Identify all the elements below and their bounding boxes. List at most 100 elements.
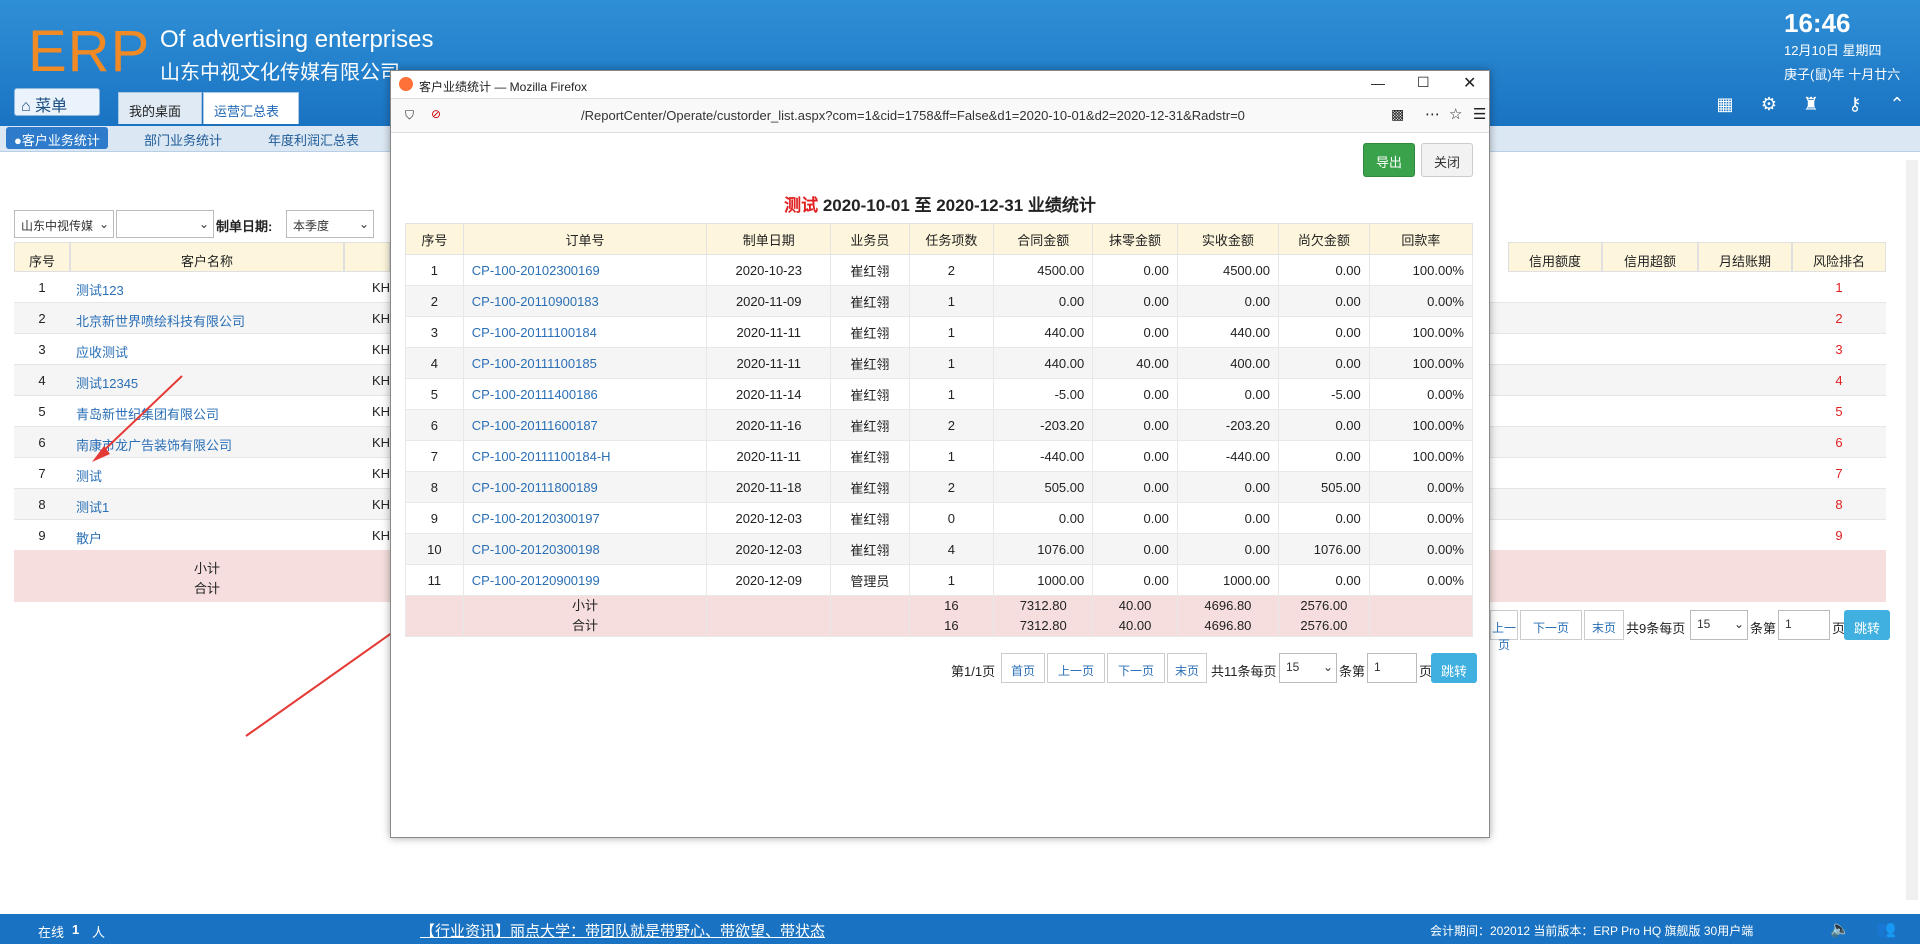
table-cell: 2 (908, 254, 995, 286)
column-header: 订单号 (462, 223, 708, 255)
close-icon[interactable]: ✕ (1463, 73, 1476, 93)
go-button[interactable]: 跳转 (1431, 653, 1477, 683)
order-number-link[interactable]: CP-100-20111800189 (462, 471, 708, 503)
export-button[interactable]: 导出 (1363, 143, 1415, 177)
table-row: 2 CP-100-20110900183 2020-11-09 崔红翎 1 0.00 0.0… (405, 285, 1474, 317)
first-page-button[interactable]: 首页 (1001, 653, 1045, 683)
column-header: 实收金额 (1176, 223, 1279, 255)
table-cell: 崔红翎 (830, 254, 910, 286)
online-label: 在线 (38, 925, 65, 940)
table-cell: 11 (405, 564, 464, 596)
qr-icon[interactable]: ▩ (1391, 106, 1404, 123)
version-info: 会计期间：202012 当前版本：ERP Pro HQ 旗舰版 30用户端 (1430, 924, 1754, 938)
order-number-link[interactable]: CP-100-20102300169 (462, 254, 708, 286)
scrollbar[interactable] (1906, 160, 1918, 900)
speaker-icon[interactable]: 🔈 (1830, 919, 1850, 939)
table-cell: 4 (908, 533, 995, 565)
table-cell: 440.00 (1176, 316, 1279, 348)
table-cell: 2020-11-16 (706, 409, 832, 441)
table-cell: 0.00 (1176, 502, 1279, 534)
column-header: 尚欠金额 (1277, 223, 1370, 255)
table-cell: 0.00 (1176, 378, 1279, 410)
table-cell: 0.00 (1277, 347, 1370, 379)
table-cell: 0.00 (1092, 502, 1178, 534)
order-number-link[interactable]: CP-100-20120300197 (462, 502, 708, 534)
table-cell: 10 (405, 533, 464, 565)
table-row: 1 CP-100-20102300169 2020-10-23 崔红翎 2 4500.00… (405, 254, 1474, 286)
popup-pager: 第1/1页 首页 上一页 下一页 末页 共11条每页 15 ⌄ 条第 1 页 跳转 (951, 653, 1481, 685)
table-cell: 0.00% (1368, 564, 1474, 596)
url-field[interactable]: /ReportCenter/Operate/custorder_list.asp… (581, 108, 1381, 123)
order-number-link[interactable]: CP-100-20111100184-H (462, 440, 708, 472)
table-cell: 0.00 (1277, 502, 1370, 534)
more-actions-icon[interactable]: ⋯ (1425, 105, 1440, 123)
table-cell: 2 (908, 471, 995, 503)
table-cell: 7 (405, 440, 464, 472)
table-cell: 40.00 (1092, 347, 1178, 379)
table-cell: 0 (908, 502, 995, 534)
table-row: 10 CP-100-20120300198 2020-12-03 崔红翎 4 1076.0… (405, 533, 1474, 565)
table-cell: 505.00 (1277, 471, 1370, 503)
table-cell: 崔红翎 (830, 409, 910, 441)
close-button[interactable]: 关闭 (1421, 143, 1473, 177)
order-table: 序号 订单号 制单日期 业务员 任务项数 合同金额 抹零金额 实收金额 尚欠金额 回款率 1 CP-… (405, 223, 1474, 637)
order-number-link[interactable]: CP-100-20111400186 (462, 378, 708, 410)
page-info: 第1/1页 (951, 664, 996, 679)
insecure-lock-icon[interactable]: ⊘ (431, 107, 441, 121)
table-cell: 5 (405, 378, 464, 410)
table-cell: 0.00 (993, 502, 1094, 534)
hamburger-menu-icon[interactable]: ☰ (1473, 105, 1486, 123)
table-cell: 1 (908, 564, 995, 596)
order-number-link[interactable]: CP-100-20111100184 (462, 316, 708, 348)
table-cell: 505.00 (993, 471, 1094, 503)
order-number-link[interactable]: CP-100-20120900199 (462, 564, 708, 596)
news-link[interactable]: 【行业资讯】丽点大学：带团队就是带野心、带欲望、带状态 (420, 920, 825, 941)
order-number-link[interactable]: CP-100-20111100185 (462, 347, 708, 379)
order-number-link[interactable]: CP-100-20110900183 (462, 285, 708, 317)
table-cell: 1 (908, 285, 995, 317)
table-cell: 崔红翎 (830, 502, 910, 534)
table-cell: -203.20 (993, 409, 1094, 441)
table-cell: -5.00 (993, 378, 1094, 410)
table-cell: 0.00 (1277, 316, 1370, 348)
order-number-link[interactable]: CP-100-20111600187 (462, 409, 708, 441)
minimize-icon[interactable]: — (1371, 75, 1385, 91)
report-customer-name: 测试 (784, 196, 819, 215)
table-cell: 0.00 (1092, 254, 1178, 286)
next-page-button[interactable]: 下一页 (1107, 653, 1165, 683)
total-cell (405, 595, 464, 637)
table-cell: 2020-11-11 (706, 316, 832, 348)
column-header: 业务员 (830, 223, 910, 255)
table-cell: 440.00 (993, 347, 1094, 379)
table-cell: 4 (405, 347, 464, 379)
prev-page-button[interactable]: 上一页 (1047, 653, 1105, 683)
table-cell: 100.00% (1368, 254, 1474, 286)
column-header: 制单日期 (706, 223, 832, 255)
table-row: 3 CP-100-20111100184 2020-11-11 崔红翎 1 440.00 0… (405, 316, 1474, 348)
order-table-body: 1 CP-100-20102300169 2020-10-23 崔红翎 2 4500.00… (405, 254, 1474, 637)
table-row: 4 CP-100-20111100185 2020-11-11 崔红翎 1 440.00 4… (405, 347, 1474, 379)
table-cell: 1 (405, 254, 464, 286)
report-title: 测试 2020-10-01 至 2020-12-31 业绩统计 (391, 191, 1489, 216)
table-cell: 400.00 (1176, 347, 1279, 379)
column-header: 回款率 (1368, 223, 1474, 255)
table-cell: 0.00 (993, 285, 1094, 317)
online-count: 1 (72, 922, 80, 937)
table-cell: 9 (405, 502, 464, 534)
page-input[interactable]: 1 (1367, 653, 1417, 683)
table-cell: 1 (908, 347, 995, 379)
order-number-link[interactable]: CP-100-20120300198 (462, 533, 708, 565)
users-icon[interactable]: 👥 (1876, 919, 1896, 939)
window-titlebar: 客户业绩统计 — Mozilla Firefox — ☐ ✕ (391, 71, 1489, 99)
table-cell: 2020-12-03 (706, 502, 832, 534)
table-cell: 2020-10-23 (706, 254, 832, 286)
last-page-button[interactable]: 末页 (1167, 653, 1207, 683)
shield-icon[interactable]: ⛉ (405, 108, 414, 123)
table-cell: 0.00 (1092, 409, 1178, 441)
firefox-icon (399, 77, 413, 91)
maximize-icon[interactable]: ☐ (1417, 74, 1430, 91)
table-cell: 2 (908, 409, 995, 441)
bookmark-star-icon[interactable]: ☆ (1449, 105, 1462, 123)
page-size-select[interactable]: 15 ⌄ (1279, 653, 1337, 683)
table-row: 7 CP-100-20111100184-H 2020-11-11 崔红翎 1 -440.… (405, 440, 1474, 472)
